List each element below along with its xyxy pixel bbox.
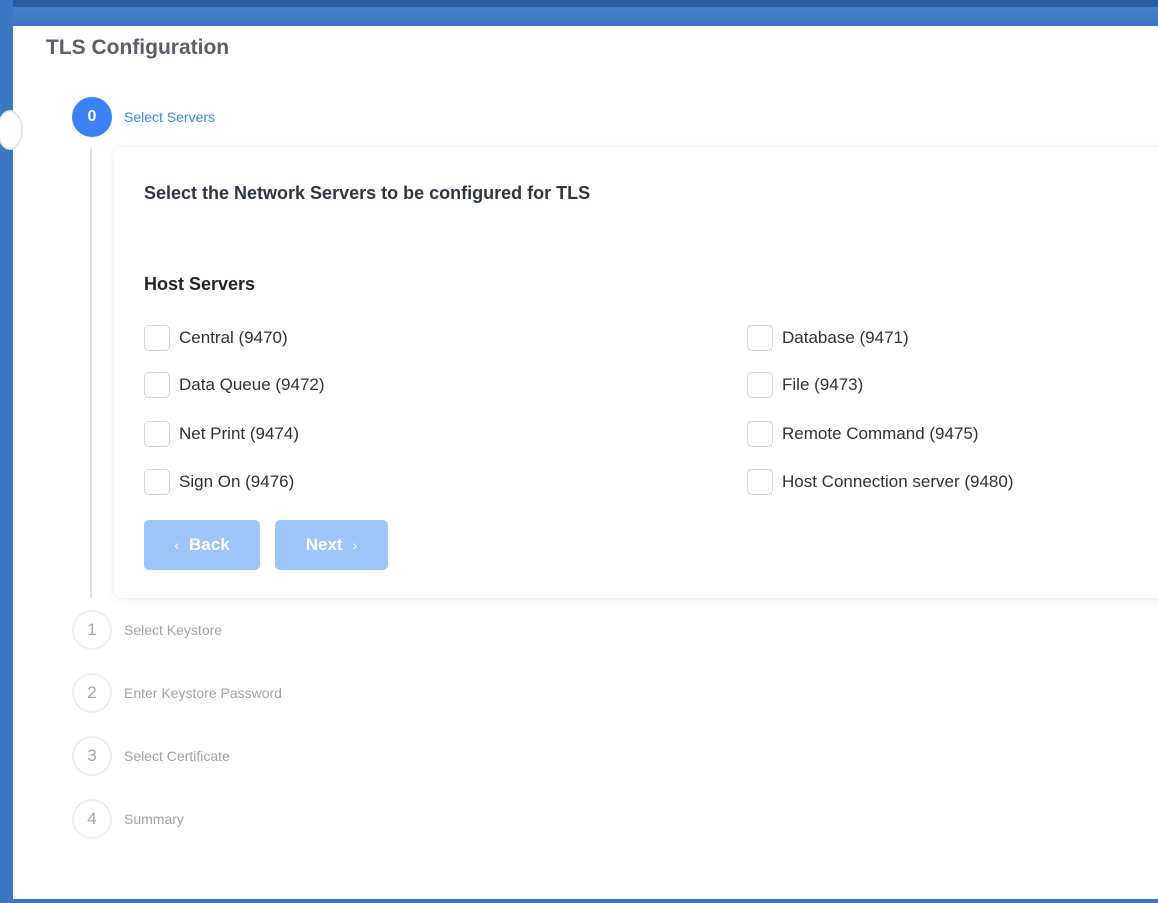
checkbox[interactable] [144,325,170,351]
next-button[interactable]: Next › [275,520,388,570]
step-0-label[interactable]: Select Servers [124,109,215,125]
window-top-edge [0,0,1158,7]
checkbox[interactable] [144,372,170,398]
option-label: Net Print (9474) [179,424,299,443]
step-2-label[interactable]: Enter Keystore Password [124,685,282,701]
step-1-indicator[interactable]: 1 [72,610,112,650]
checkbox[interactable] [747,372,773,398]
option-net-print[interactable]: Net Print (9474) [144,419,299,449]
step-content-card: Select the Network Servers to be configu… [114,147,1158,598]
chevron-right-icon: › [352,537,358,553]
window-bottom-border [0,899,1158,903]
option-label: Host Connection server (9480) [782,472,1014,491]
option-label: Data Queue (9472) [179,375,325,394]
page-title: TLS Configuration [46,36,230,59]
step-3-label[interactable]: Select Certificate [124,748,230,764]
option-label: File (9473) [782,375,864,394]
option-label: Database (9471) [782,328,909,347]
option-label: Sign On (9476) [179,472,295,491]
checkbox[interactable] [144,421,170,447]
option-database[interactable]: Database (9471) [747,323,909,353]
back-button[interactable]: ‹ Back [144,520,260,570]
checkbox[interactable] [747,325,773,351]
partial-step-indicator [0,110,23,150]
step-3-indicator[interactable]: 3 [72,736,112,776]
step-4-label[interactable]: Summary [124,811,184,827]
window-left-highlight [13,26,16,899]
step-4-indicator[interactable]: 4 [72,799,112,839]
option-data-queue[interactable]: Data Queue (9472) [144,370,325,400]
checkbox[interactable] [747,469,773,495]
option-remote-command[interactable]: Remote Command (9475) [747,419,979,449]
step-1-label[interactable]: Select Keystore [124,622,222,638]
step-2-indicator[interactable]: 2 [72,673,112,713]
step-0-indicator[interactable]: 0 [72,97,112,137]
option-host-connection-server[interactable]: Host Connection server (9480) [747,467,1014,497]
checkbox[interactable] [747,421,773,447]
option-label: Central (9470) [179,328,288,347]
option-label: Remote Command (9475) [782,424,979,443]
option-central[interactable]: Central (9470) [144,323,288,353]
next-button-label: Next [305,535,343,554]
option-file[interactable]: File (9473) [747,370,863,400]
card-heading: Select the Network Servers to be configu… [144,183,591,203]
back-button-label: Back [189,535,230,554]
stepper-connector-line [90,148,92,598]
chevron-left-icon: ‹ [174,537,180,553]
checkbox[interactable] [144,469,170,495]
host-servers-heading: Host Servers [144,274,256,294]
option-sign-on[interactable]: Sign On (9476) [144,467,294,497]
